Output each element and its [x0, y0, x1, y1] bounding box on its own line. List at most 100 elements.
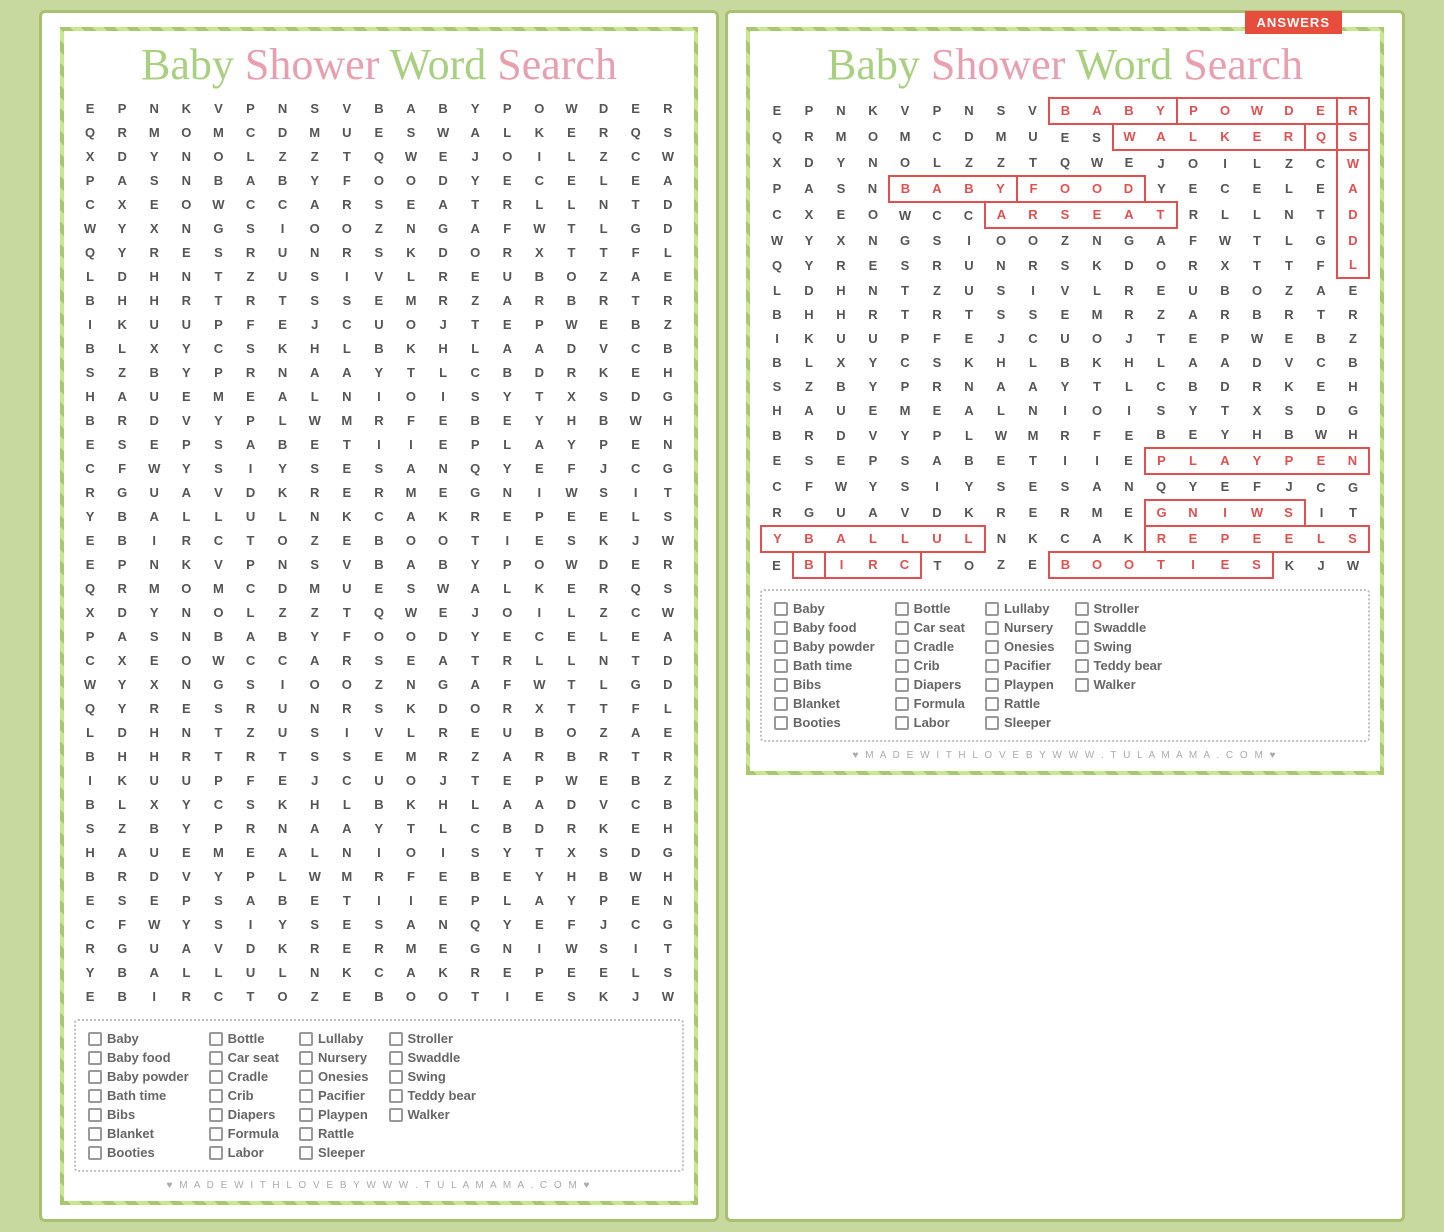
grid-cell: R: [1273, 303, 1305, 327]
word-checkbox[interactable]: [1075, 640, 1089, 654]
word-checkbox[interactable]: [389, 1051, 403, 1065]
word-checkbox[interactable]: [1075, 621, 1089, 635]
grid-cell: B: [106, 505, 138, 529]
word-checkbox[interactable]: [895, 678, 909, 692]
grid-cell: J: [1145, 150, 1177, 176]
grid-cell: C: [202, 529, 234, 553]
word-checkbox[interactable]: [1075, 602, 1089, 616]
word-checkbox[interactable]: [774, 640, 788, 654]
grid-cell: H: [138, 289, 170, 313]
word-label: Pacifier: [1004, 658, 1051, 673]
word-checkbox[interactable]: [88, 1108, 102, 1122]
grid-cell: S: [202, 457, 234, 481]
word-checkbox[interactable]: [299, 1051, 313, 1065]
word-checkbox[interactable]: [209, 1089, 223, 1103]
word-checkbox[interactable]: [985, 602, 999, 616]
word-checkbox[interactable]: [209, 1051, 223, 1065]
grid-cell: L: [299, 385, 331, 409]
word-checkbox[interactable]: [389, 1070, 403, 1084]
grid-cell: G: [427, 217, 459, 241]
word-checkbox[interactable]: [209, 1070, 223, 1084]
grid-cell: U: [234, 961, 266, 985]
word-checkbox[interactable]: [299, 1127, 313, 1141]
grid-cell: M: [825, 124, 857, 150]
word-checkbox[interactable]: [209, 1108, 223, 1122]
grid-cell: S: [299, 553, 331, 577]
word-checkbox[interactable]: [299, 1032, 313, 1046]
grid-cell: E: [761, 552, 793, 578]
word-checkbox[interactable]: [985, 659, 999, 673]
word-checkbox[interactable]: [88, 1070, 102, 1084]
grid-cell: O: [202, 145, 234, 169]
grid-cell: C: [1145, 375, 1177, 399]
word-checkbox[interactable]: [774, 697, 788, 711]
word-checkbox[interactable]: [774, 678, 788, 692]
word-checkbox[interactable]: [88, 1051, 102, 1065]
grid-cell: S: [202, 697, 234, 721]
grid-cell: R: [1209, 303, 1241, 327]
grid-cell: B: [202, 169, 234, 193]
word-checkbox[interactable]: [774, 602, 788, 616]
word-item: Swing: [1075, 637, 1162, 656]
word-checkbox[interactable]: [1075, 659, 1089, 673]
word-checkbox[interactable]: [389, 1108, 403, 1122]
grid-cell: E: [491, 625, 523, 649]
word-checkbox[interactable]: [985, 640, 999, 654]
word-checkbox[interactable]: [88, 1127, 102, 1141]
word-checkbox[interactable]: [895, 716, 909, 730]
grid-cell: V: [363, 721, 395, 745]
grid-cell: Y: [459, 97, 491, 121]
word-checkbox[interactable]: [774, 659, 788, 673]
grid-cell: S: [555, 529, 587, 553]
grid-cell: K: [588, 361, 620, 385]
grid-cell: M: [889, 124, 921, 150]
left-grid: EPNKVPNSVBABYPOWDERQRMOMCDMUESWALKERQSXD…: [74, 97, 684, 1009]
grid-cell: X: [1241, 399, 1273, 423]
word-checkbox[interactable]: [774, 716, 788, 730]
grid-cell: W: [395, 601, 427, 625]
word-checkbox[interactable]: [209, 1127, 223, 1141]
word-item: Playpen: [985, 675, 1055, 694]
word-checkbox[interactable]: [895, 697, 909, 711]
grid-cell: T: [202, 265, 234, 289]
grid-cell: Y: [74, 961, 106, 985]
word-label: Formula: [228, 1126, 279, 1141]
grid-cell: Y: [299, 169, 331, 193]
word-checkbox[interactable]: [895, 621, 909, 635]
word-checkbox[interactable]: [985, 621, 999, 635]
word-checkbox[interactable]: [299, 1070, 313, 1084]
grid-cell: U: [857, 327, 889, 351]
word-checkbox[interactable]: [895, 659, 909, 673]
grid-cell: L: [459, 337, 491, 361]
word-label: Cradle: [228, 1069, 268, 1084]
grid-cell: R: [234, 241, 266, 265]
word-checkbox[interactable]: [389, 1089, 403, 1103]
word-checkbox[interactable]: [985, 678, 999, 692]
word-checkbox[interactable]: [299, 1146, 313, 1160]
grid-cell: E: [331, 985, 363, 1009]
word-checkbox[interactable]: [985, 716, 999, 730]
word-checkbox[interactable]: [299, 1108, 313, 1122]
word-checkbox[interactable]: [88, 1032, 102, 1046]
word-checkbox[interactable]: [209, 1032, 223, 1046]
grid-cell: J: [299, 313, 331, 337]
word-checkbox[interactable]: [895, 602, 909, 616]
word-label: Diapers: [228, 1107, 276, 1122]
word-checkbox[interactable]: [389, 1032, 403, 1046]
word-checkbox[interactable]: [299, 1089, 313, 1103]
grid-cell: W: [395, 145, 427, 169]
word-checkbox[interactable]: [88, 1089, 102, 1103]
word-checkbox[interactable]: [774, 621, 788, 635]
grid-cell: T: [331, 601, 363, 625]
grid-cell: R: [491, 193, 523, 217]
grid-cell: N: [1177, 500, 1209, 526]
grid-cell: M: [299, 121, 331, 145]
word-checkbox[interactable]: [1075, 678, 1089, 692]
word-checkbox[interactable]: [985, 697, 999, 711]
word-checkbox[interactable]: [88, 1146, 102, 1160]
word-checkbox[interactable]: [209, 1146, 223, 1160]
grid-cell: S: [299, 265, 331, 289]
grid-cell: R: [1017, 253, 1049, 278]
grid-cell: C: [523, 169, 555, 193]
word-checkbox[interactable]: [895, 640, 909, 654]
